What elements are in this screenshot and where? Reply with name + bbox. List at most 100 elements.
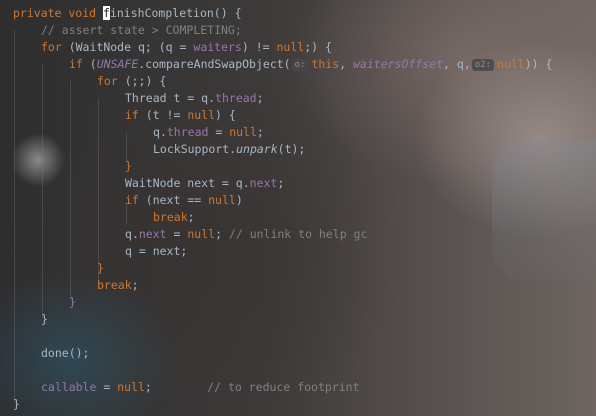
code-line[interactable]: Thread t = q.thread; — [125, 90, 264, 107]
brace: } — [69, 295, 76, 309]
code-line[interactable]: } — [41, 311, 48, 328]
code-line[interactable]: done(); — [41, 345, 89, 362]
keyword: this — [311, 57, 340, 71]
indent-guide — [14, 30, 15, 402]
comment: // assert state > COMPLETING; — [41, 23, 242, 37]
indent-guide — [70, 81, 71, 301]
code-line[interactable]: // assert state > COMPLETING; — [41, 22, 242, 39]
code-token: ; ( — [144, 40, 166, 54]
field: callable — [41, 380, 97, 394]
brace: } — [97, 261, 104, 275]
variable: q — [125, 244, 132, 258]
comment: // unlink to help gc — [228, 227, 368, 241]
indent-guide — [98, 98, 99, 280]
static-method: unpark — [236, 142, 278, 156]
field: next — [138, 227, 167, 241]
text-cursor: f — [103, 6, 110, 20]
code-line[interactable]: private void finishCompletion() { — [13, 5, 242, 22]
brace: } — [13, 397, 20, 411]
code-line[interactable]: } — [69, 294, 76, 311]
keyword: null — [187, 108, 216, 122]
keyword: for — [97, 74, 118, 88]
keyword: for — [41, 40, 62, 54]
static-field: waitersOffset — [353, 57, 444, 71]
code-token: (t != — [138, 108, 188, 122]
code-token: . — [208, 91, 216, 105]
keyword: null — [497, 57, 525, 71]
variable: q — [235, 176, 243, 190]
code-token: ) { — [215, 108, 236, 122]
variable: q — [456, 57, 464, 71]
static-field: UNSAFE — [96, 57, 139, 71]
code-token: = — [166, 227, 188, 241]
code-token: ; — [187, 210, 195, 224]
code-line[interactable]: for (;;) { — [97, 73, 166, 90]
code-line[interactable]: } — [13, 396, 20, 413]
code-line[interactable]: break; — [97, 277, 139, 294]
keyword: null — [229, 125, 257, 139]
field: thread — [166, 125, 209, 139]
code-line[interactable]: } — [97, 260, 104, 277]
code-token: (WaitNode — [61, 40, 138, 54]
code-token: inishCompletion() { — [109, 6, 242, 20]
keyword: if — [125, 108, 139, 122]
code-line[interactable]: for (WaitNode q; (q = waiters) != null;)… — [41, 39, 332, 56]
code-token: (next == — [138, 193, 209, 207]
code-token: = — [96, 380, 118, 394]
indent-guide — [42, 64, 43, 318]
code-line[interactable]: WaitNode next = q.next; — [125, 175, 284, 192]
code-line[interactable]: if (UNSAFE.compareAndSwapObject(o: this, … — [69, 56, 552, 73]
code-token: . — [131, 227, 139, 241]
code-token: WaitNode next = — [125, 176, 236, 190]
code-token: = — [172, 40, 194, 54]
code-token: ; — [131, 278, 139, 292]
field: waiters — [193, 40, 242, 54]
comment: // to reduce footprint — [207, 380, 360, 394]
keyword: if — [125, 193, 139, 207]
code-token: ( — [82, 57, 97, 71]
code-token: ; — [256, 125, 264, 139]
variable: q — [153, 125, 160, 139]
code-token: .compareAndSwapObject( — [138, 57, 291, 71]
code-token: ) — [235, 193, 243, 207]
keyword: null — [276, 40, 305, 54]
code-token: = next; — [131, 244, 188, 258]
code-token: , — [443, 57, 457, 71]
code-line[interactable]: break; — [153, 209, 195, 226]
variable: q — [125, 227, 132, 241]
code-line[interactable]: q.thread = null; — [153, 124, 264, 141]
keyword: break — [97, 278, 132, 292]
code-token: . — [242, 176, 250, 190]
code-token: ; — [215, 227, 229, 241]
code-line[interactable]: } — [125, 158, 132, 175]
keyword: if — [69, 57, 83, 71]
keyword: break — [153, 210, 188, 224]
code-line[interactable]: if (t != null) { — [125, 107, 236, 124]
parameter-hint: o2: — [471, 59, 495, 71]
keyword: null — [208, 193, 236, 207]
code-line[interactable]: q = next; — [125, 243, 187, 260]
code-token: ; — [256, 91, 264, 105]
parameter-hint: o: — [291, 59, 309, 71]
keyword: private void — [13, 6, 104, 20]
code-editor[interactable]: private void finishCompletion() { // ass… — [0, 0, 596, 416]
code-token: LockSupport. — [153, 142, 237, 156]
variable: q — [137, 40, 145, 54]
keyword: null — [187, 227, 216, 241]
code-token: )) { — [524, 57, 553, 71]
code-token: ; — [277, 176, 285, 190]
code-token: ;) { — [304, 40, 332, 54]
brace: } — [41, 312, 48, 326]
code-token: = — [208, 125, 230, 139]
code-token: ) != — [241, 40, 277, 54]
code-token: done(); — [41, 346, 90, 360]
field: thread — [215, 91, 257, 105]
code-line[interactable]: callable = null; // to reduce footprint — [41, 379, 360, 396]
code-line[interactable]: if (next == null) — [125, 192, 243, 209]
code-line[interactable]: q.next = null; // unlink to help gc — [125, 226, 367, 243]
field: next — [249, 176, 278, 190]
variable: q — [165, 40, 173, 54]
code-line[interactable]: LockSupport.unpark(t); — [153, 141, 305, 158]
code-token: (t); — [277, 142, 306, 156]
code-token: ; — [144, 380, 208, 394]
